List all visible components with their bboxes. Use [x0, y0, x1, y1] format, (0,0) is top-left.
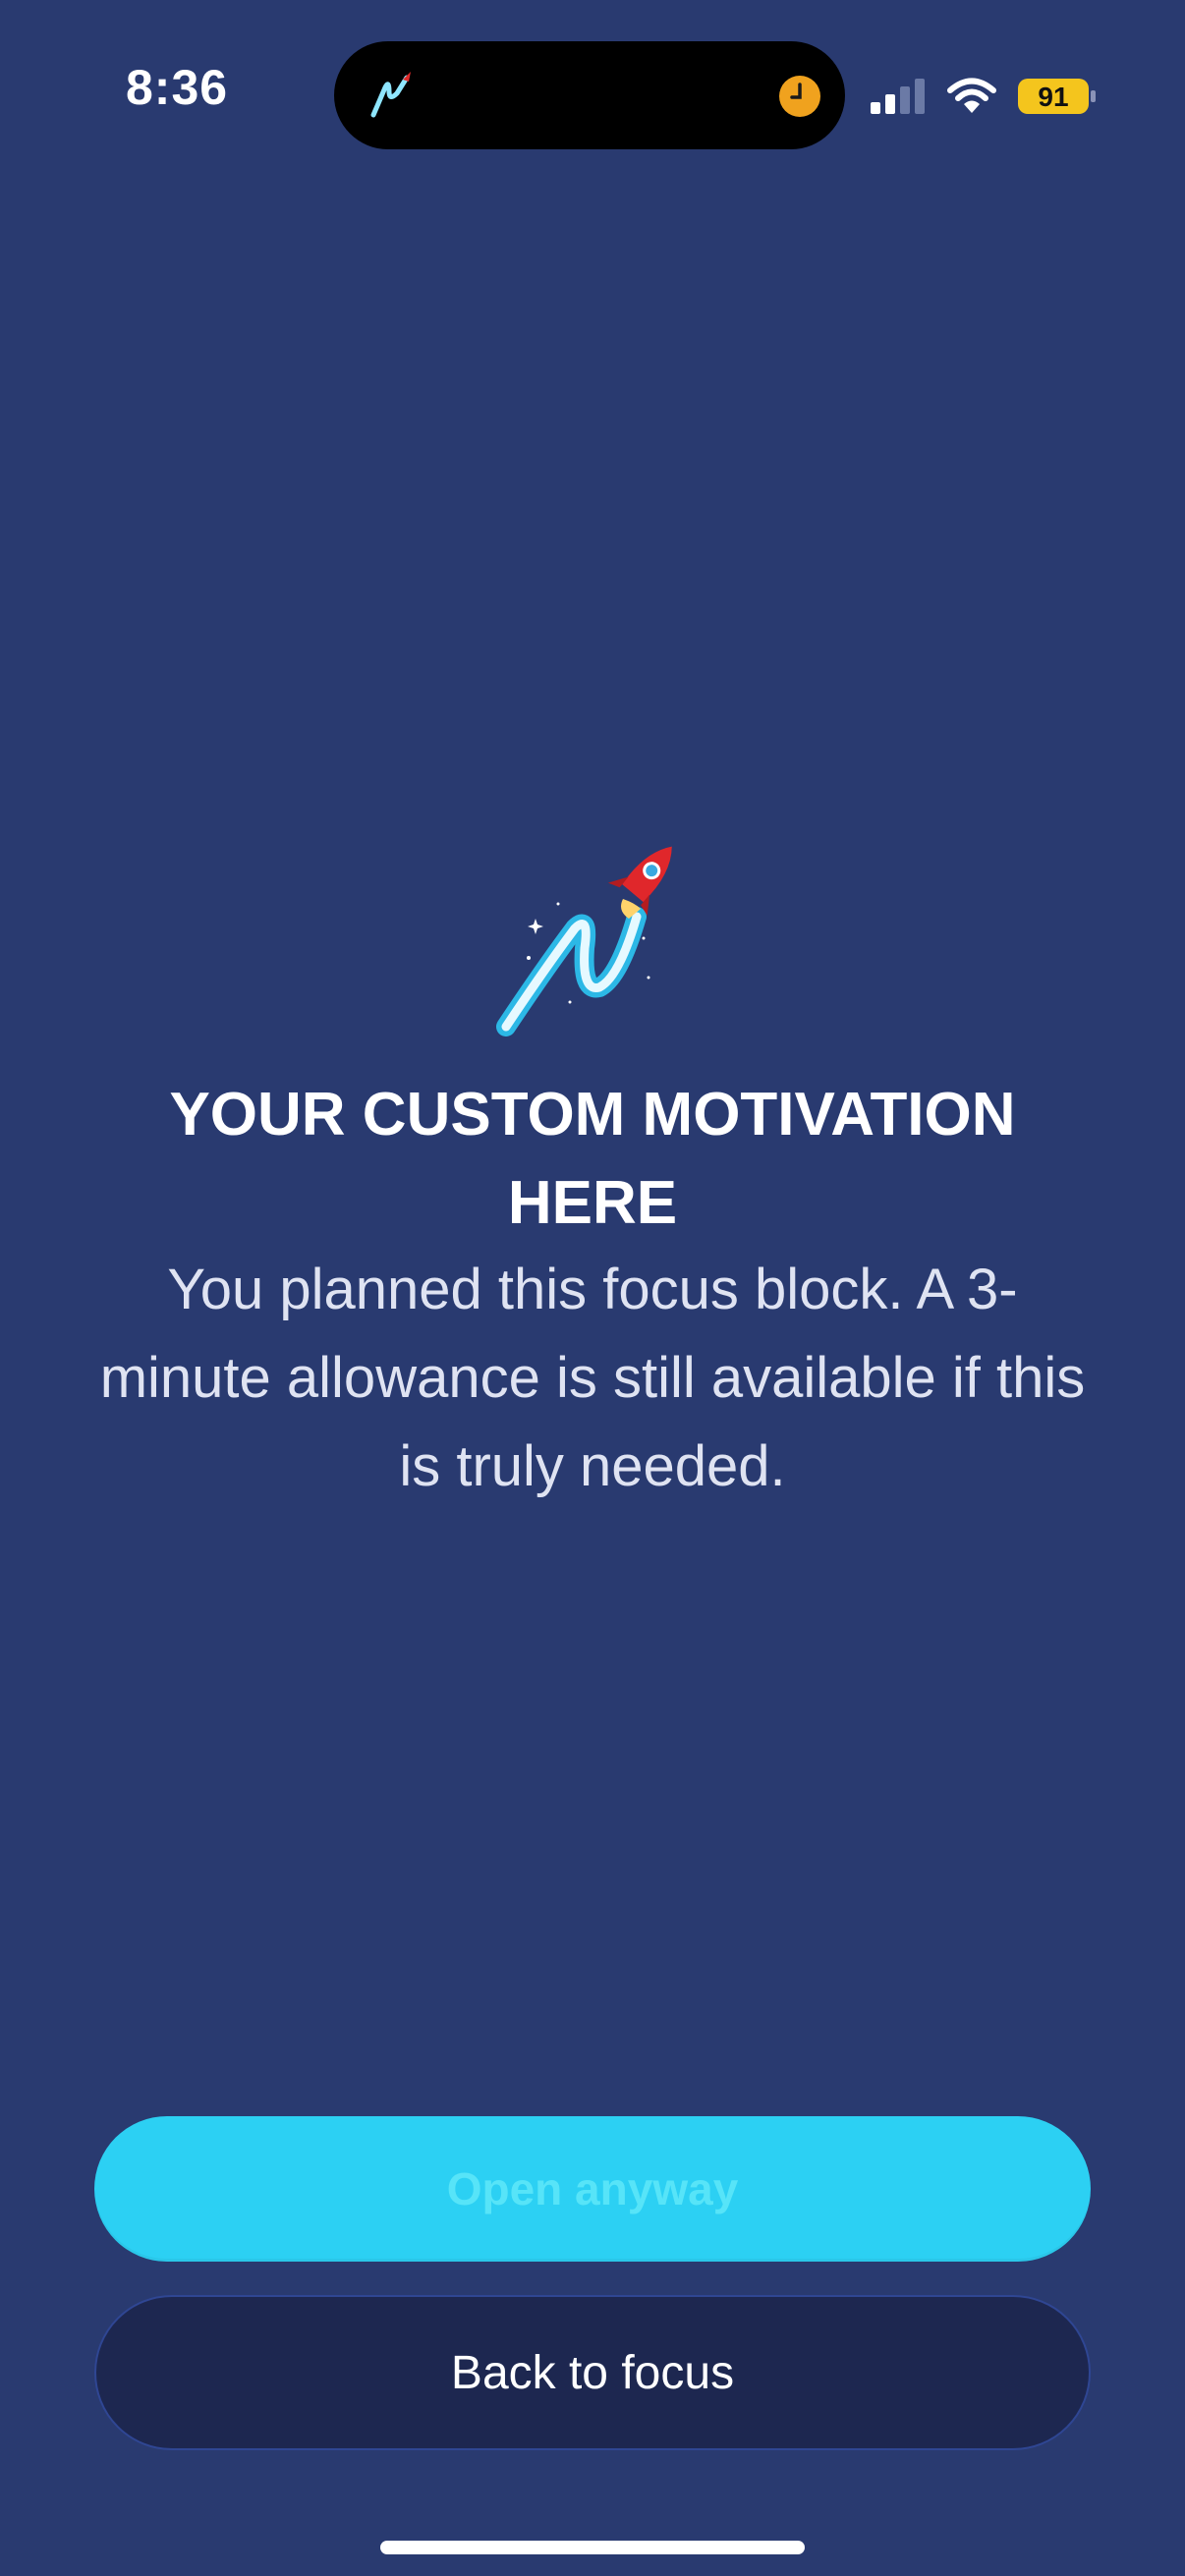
signal-icon	[871, 79, 926, 114]
battery-level: 91	[1038, 82, 1068, 112]
status-indicators: 91	[871, 71, 1097, 122]
home-indicator[interactable]	[380, 2541, 805, 2554]
rocket-logo-icon	[491, 830, 688, 1036]
app-logo-icon	[364, 66, 423, 125]
battery-icon: 91	[1018, 77, 1097, 116]
back-to-focus-button[interactable]: Back to focus	[94, 2295, 1091, 2450]
motivation-message: You planned this focus block. A 3-minute…	[99, 1258, 1086, 1498]
motivation-title: YOUR CUSTOM MOTIVATION HERE	[169, 1081, 1016, 1237]
open-anyway-button[interactable]: Open anyway	[94, 2116, 1091, 2262]
status-time: 8:36	[126, 60, 229, 115]
wifi-icon	[947, 78, 996, 115]
timer-icon	[778, 75, 821, 118]
dynamic-island[interactable]	[334, 41, 845, 149]
